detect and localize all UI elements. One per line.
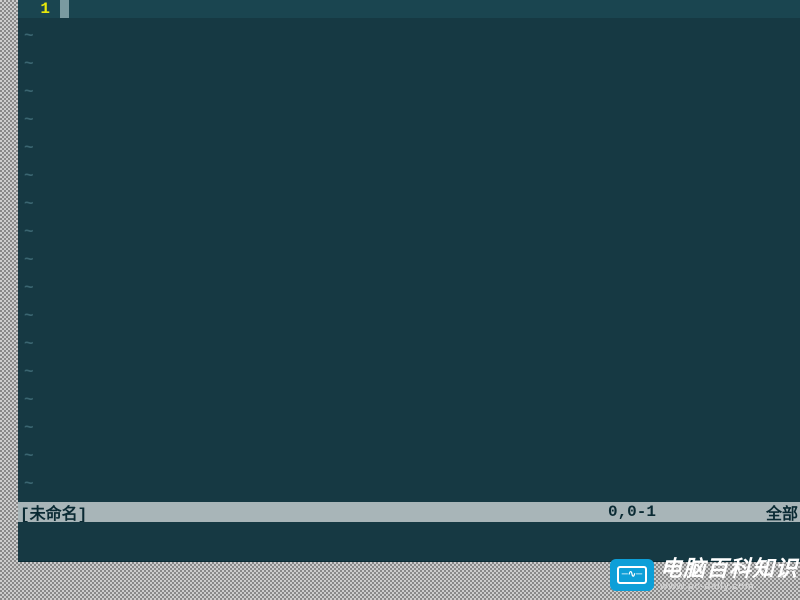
empty-line-tilde: ~ (18, 470, 800, 498)
empty-line-tilde: ~ (18, 106, 800, 134)
status-scroll: 全部 (766, 500, 798, 524)
watermark-logo-icon: ─∿─ (610, 559, 654, 591)
empty-line-tilde: ~ (18, 358, 800, 386)
empty-line-tilde: ~ (18, 274, 800, 302)
command-line-area[interactable] (18, 522, 800, 561)
status-bar: [未命名] 0,0-1 全部 (18, 502, 800, 522)
watermark: ─∿─ 电脑百科知识 www.pc-daily.com (610, 558, 798, 592)
empty-line-tilde: ~ (18, 218, 800, 246)
status-filename: [未命名] (20, 500, 87, 524)
watermark-url: www.pc-daily.com (660, 582, 798, 592)
line-number: 1 (18, 0, 60, 18)
cursor (60, 0, 69, 18)
empty-line-tilde: ~ (18, 78, 800, 106)
empty-line-tilde: ~ (18, 442, 800, 470)
status-cursor-position: 0,0-1 (608, 503, 656, 521)
empty-line-tilde: ~ (18, 22, 800, 50)
empty-line-tilde: ~ (18, 330, 800, 358)
empty-line-tilde: ~ (18, 246, 800, 274)
empty-lines-area[interactable]: ~~~~~~~~~~~~~~~~~ (18, 18, 800, 502)
empty-line-tilde: ~ (18, 386, 800, 414)
empty-line-tilde: ~ (18, 302, 800, 330)
empty-line-tilde: ~ (18, 50, 800, 78)
pulse-icon: ─∿─ (622, 569, 642, 581)
empty-line-tilde: ~ (18, 190, 800, 218)
text-editor[interactable]: 1 ~~~~~~~~~~~~~~~~~ [未命名] 0,0-1 全部 (18, 0, 800, 562)
empty-line-tilde: ~ (18, 162, 800, 190)
empty-line-tilde: ~ (18, 414, 800, 442)
current-line[interactable]: 1 (18, 0, 800, 18)
empty-line-tilde: ~ (18, 134, 800, 162)
watermark-title: 电脑百科知识 (660, 558, 798, 580)
